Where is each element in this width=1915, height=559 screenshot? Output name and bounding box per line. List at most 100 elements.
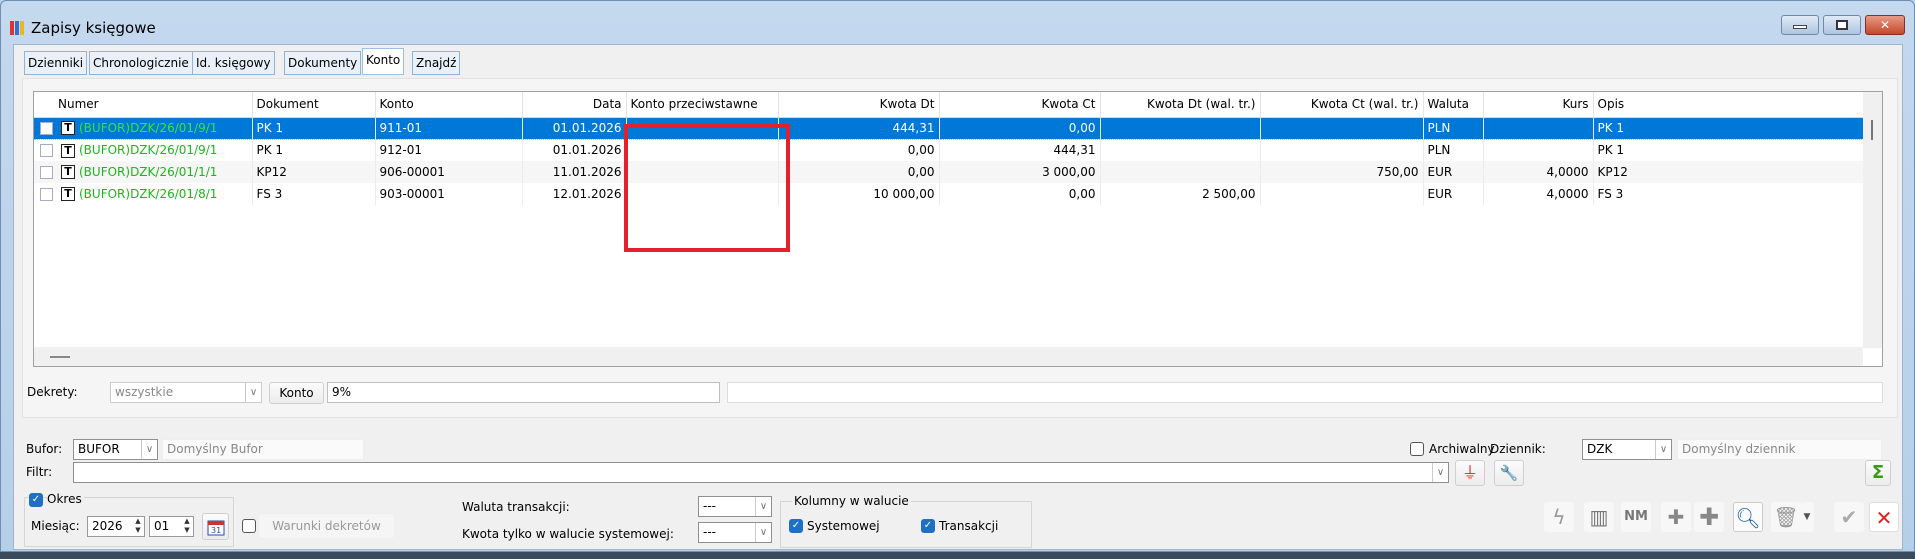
- column-header[interactable]: Kwota Dt: [778, 92, 940, 118]
- table-row[interactable]: T (BUFOR)DZK/26/01/1/1 KP12 906-00001 11.01.…: [34, 161, 1865, 183]
- row-checkbox[interactable]: [40, 187, 53, 201]
- lightning-icon: ϟ: [1552, 505, 1566, 529]
- filter-builder-button[interactable]: 🔧: [1494, 460, 1524, 486]
- column-header[interactable]: Opis: [1593, 92, 1865, 118]
- minimize-button[interactable]: [1781, 15, 1819, 35]
- cell-kurs: [1483, 116, 1594, 140]
- transakcji-checkbox[interactable]: ✓: [921, 519, 935, 533]
- column-header[interactable]: Konto przeciwstawne: [626, 92, 779, 118]
- cell-kwota-ct-wal: [1260, 139, 1424, 161]
- chevron-down-icon: ∨: [245, 383, 261, 402]
- warunki-dekretow-button[interactable]: Warunki dekretów: [258, 513, 395, 539]
- konto-button[interactable]: Konto: [269, 382, 324, 404]
- chevron-down-icon: ∨: [141, 440, 157, 459]
- month-spinner[interactable]: 01 ▲ ▼: [149, 516, 194, 537]
- warunki-checkbox[interactable]: [242, 519, 256, 533]
- close-window-button[interactable]: ✕: [1865, 15, 1905, 35]
- tab-konto[interactable]: Konto: [362, 48, 405, 75]
- cell-kwota-ct-wal: [1260, 183, 1424, 205]
- preview-button[interactable]: 🔍︎: [1733, 502, 1763, 532]
- row-checkbox[interactable]: [40, 121, 53, 135]
- tab-panel: Numer Dokument Konto Data Konto przeciwstawn…: [22, 78, 1898, 418]
- numer-text: (BUFOR)DZK/26/01/8/1: [79, 186, 218, 201]
- cell-kwota-dt-wal: [1100, 161, 1261, 183]
- kwota-waluta-value: ---: [703, 525, 716, 539]
- numer-text: (BUFOR)DZK/26/01/9/1: [79, 120, 218, 135]
- column-header[interactable]: Konto: [375, 92, 523, 118]
- sum-button[interactable]: Σ: [1865, 460, 1891, 486]
- cell-kurs: 4,0000: [1483, 183, 1594, 205]
- year-value: 2026: [92, 519, 123, 533]
- cell-dokument: FS 3: [252, 183, 376, 205]
- tab-chronologicznie[interactable]: Chronologicznie: [89, 51, 193, 75]
- client-area: Dzienniki Chronologicznie Id. księgowy D…: [13, 44, 1903, 550]
- tab-dokumenty[interactable]: Dokumenty: [284, 51, 362, 75]
- konto-filter-input[interactable]: 9%: [327, 382, 720, 403]
- column-header[interactable]: Dokument: [252, 92, 376, 118]
- dekrety-select[interactable]: wszystkie ∨: [110, 382, 262, 403]
- entries-grid[interactable]: Numer Dokument Konto Data Konto przeciwstawn…: [33, 91, 1883, 367]
- dziennik-select[interactable]: DZK ∨: [1582, 439, 1672, 460]
- entries-table: Numer Dokument Konto Data Konto przeciwstawn…: [34, 92, 1865, 205]
- row-checkbox[interactable]: [40, 144, 53, 157]
- waluta-transakcji-select[interactable]: --- ∨: [698, 496, 772, 517]
- scroll-thumb[interactable]: [50, 356, 70, 358]
- column-header[interactable]: Kurs: [1483, 92, 1594, 118]
- systemowej-checkbox[interactable]: ✓: [789, 519, 803, 533]
- column-header[interactable]: Data: [522, 92, 627, 118]
- tab-dzienniki[interactable]: Dzienniki: [24, 51, 88, 75]
- okres-checkbox[interactable]: ✓: [29, 493, 43, 507]
- tab-znajdz[interactable]: Znajdź: [412, 51, 461, 75]
- title-bar[interactable]: Zapisy księgowe ✕: [1, 1, 1914, 44]
- column-header[interactable]: Waluta: [1423, 92, 1484, 118]
- bufor-select[interactable]: BUFOR ∨: [73, 439, 158, 460]
- horizontal-scrollbar[interactable]: [34, 347, 1863, 366]
- cell-numer: T (BUFOR)DZK/26/01/8/1: [34, 183, 253, 205]
- clear-filter-button[interactable]: ⏚: [1455, 460, 1485, 486]
- cell-kwota-ct: 0,00: [939, 116, 1101, 140]
- delete-button[interactable]: 🗑︎: [1771, 502, 1801, 532]
- maximize-button[interactable]: [1823, 15, 1861, 35]
- add-copy-button[interactable]: ✚: [1661, 502, 1691, 532]
- column-header[interactable]: Kwota Ct: [939, 92, 1101, 118]
- column-header[interactable]: Kwota Ct (wal. tr.): [1260, 92, 1424, 118]
- archiwalny-checkbox[interactable]: [1410, 442, 1424, 456]
- konto-name-field: [727, 382, 1883, 403]
- cell-waluta: PLN: [1423, 139, 1484, 161]
- column-header[interactable]: Kwota Dt (wal. tr.): [1100, 92, 1261, 118]
- tab-id-ksiegowy[interactable]: Id. księgowy: [192, 51, 275, 75]
- bufor-description: Domyślny Bufor: [162, 439, 364, 460]
- column-header[interactable]: Numer: [34, 92, 253, 118]
- table-row[interactable]: T (BUFOR)DZK/26/01/9/1 PK 1 911-01 01.01.202…: [34, 116, 1865, 140]
- table-row[interactable]: T (BUFOR)DZK/26/01/9/1 PK 1 912-01 01.01.202…: [34, 139, 1865, 161]
- cell-opis: PK 1: [1593, 116, 1865, 140]
- confirm-button[interactable]: ✔: [1834, 502, 1864, 532]
- cell-opis: FS 3: [1593, 183, 1865, 205]
- filtr-input[interactable]: ∨: [73, 462, 1449, 483]
- cell-kwota-ct: 444,31: [939, 139, 1101, 161]
- vertical-scrollbar[interactable]: [1863, 92, 1882, 348]
- year-spinner[interactable]: 2026 ▲ ▼: [87, 516, 145, 537]
- cancel-button[interactable]: ✕: [1869, 502, 1899, 532]
- nm-button[interactable]: NM: [1621, 502, 1651, 532]
- table-row[interactable]: T (BUFOR)DZK/26/01/8/1 FS 3 903-00001 12.01.…: [34, 183, 1865, 205]
- spin-arrows-icon[interactable]: ▲ ▼: [181, 517, 193, 536]
- archiwalny-label: Archiwalny: [1429, 442, 1495, 456]
- cell-kwota-dt-wal: [1100, 139, 1261, 161]
- kwota-waluta-select[interactable]: --- ∨: [698, 522, 772, 543]
- dziennik-label: Dziennik:: [1490, 442, 1546, 456]
- delete-dropdown-button[interactable]: ▼: [1800, 502, 1814, 532]
- plus-icon: ✚: [1698, 503, 1720, 531]
- lightning-button[interactable]: ϟ: [1544, 502, 1574, 532]
- row-checkbox[interactable]: [40, 165, 53, 179]
- add-button[interactable]: ✚: [1694, 502, 1724, 532]
- spin-arrows-icon[interactable]: ▲ ▼: [132, 517, 144, 536]
- scroll-thumb[interactable]: [1871, 120, 1873, 140]
- binders-button[interactable]: ▥: [1584, 502, 1614, 532]
- cell-kurs: [1483, 139, 1594, 161]
- svg-text:31: 31: [211, 526, 221, 535]
- cell-kwota-ct: 0,00: [939, 183, 1101, 205]
- calendar-button[interactable]: 31: [202, 513, 229, 540]
- cell-numer: T (BUFOR)DZK/26/01/9/1: [34, 116, 253, 140]
- cell-data: 01.01.2026: [522, 116, 627, 140]
